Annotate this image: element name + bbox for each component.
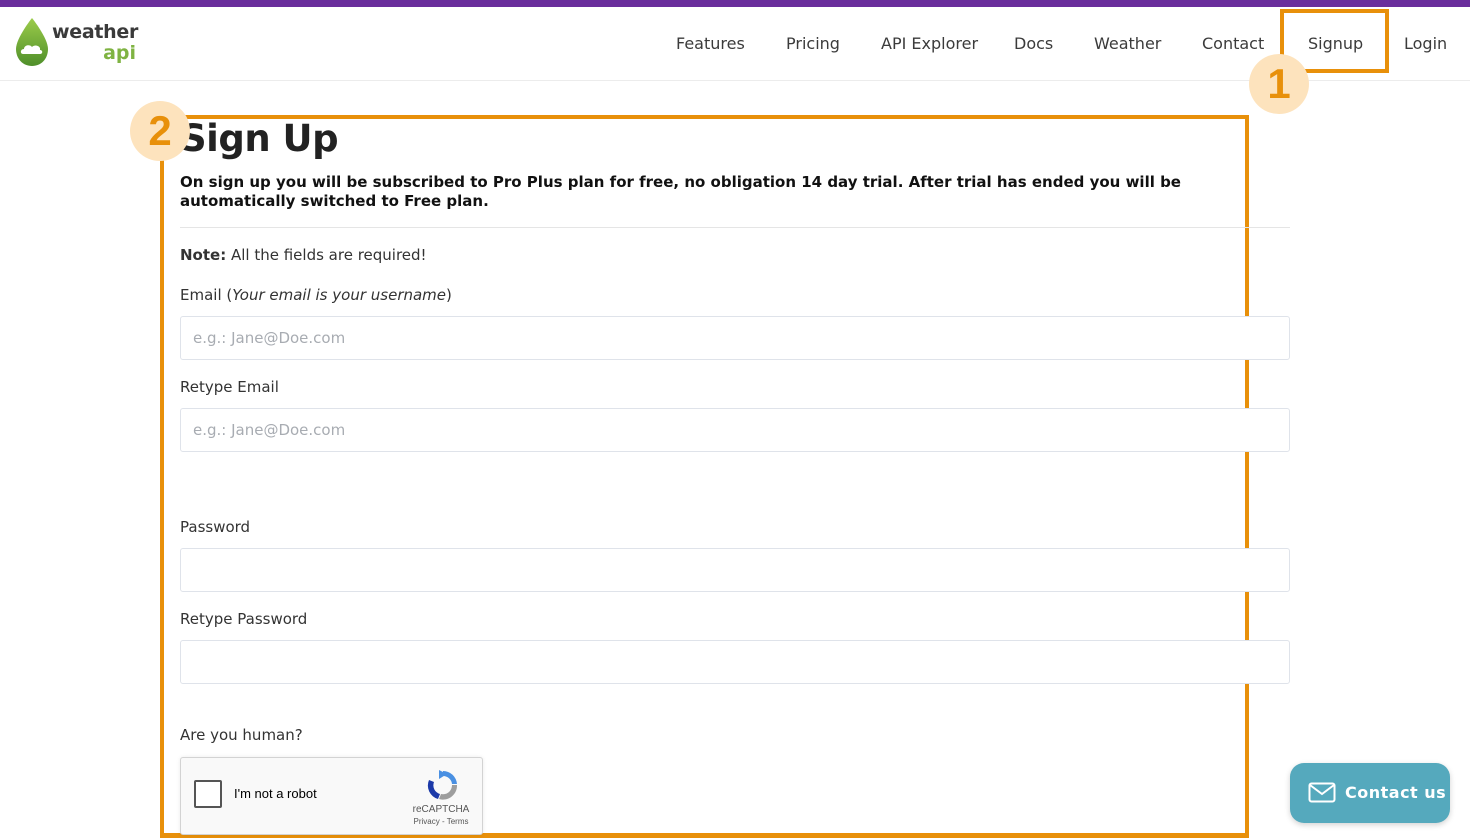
note-text: All the fields are required!: [226, 246, 427, 264]
nav-docs[interactable]: Docs: [1014, 34, 1053, 53]
recaptcha-checkbox[interactable]: [194, 780, 222, 808]
password-field[interactable]: [180, 548, 1290, 592]
password-label: Password: [180, 518, 251, 536]
signup-intro-text: On sign up you will be subscribed to Pro…: [180, 173, 1181, 210]
recaptcha-widget: I'm not a robot reCAPTCHA Privacy - Term…: [180, 757, 483, 835]
recaptcha-privacy-terms[interactable]: Privacy - Terms: [403, 817, 479, 826]
note-label: Note:: [180, 246, 227, 264]
site-header: weather api Features Pricing API Explore…: [0, 7, 1470, 81]
nav-weather[interactable]: Weather: [1094, 34, 1161, 53]
retype-password-label: Retype Password: [180, 610, 308, 628]
nav-login[interactable]: Login: [1404, 34, 1447, 53]
top-accent-stripe: [0, 0, 1470, 7]
annotation-box-signup-form: [160, 115, 1249, 838]
email-field[interactable]: [180, 316, 1290, 360]
nav-contact[interactable]: Contact: [1202, 34, 1264, 53]
divider: [180, 227, 1290, 228]
nav-api-explorer[interactable]: API Explorer: [881, 34, 978, 53]
recaptcha-icon: [427, 770, 458, 800]
email-hint: Your email is your username: [232, 286, 447, 304]
nav-pricing[interactable]: Pricing: [786, 34, 840, 53]
recaptcha-label: I'm not a robot: [234, 786, 317, 801]
page-title: Sign Up: [180, 117, 339, 160]
recaptcha-brand: reCAPTCHA: [412, 804, 470, 815]
human-check-label: Are you human?: [180, 726, 303, 744]
envelope-icon: [1308, 782, 1336, 803]
contact-us-label: Contact us: [1345, 783, 1447, 802]
retype-password-field[interactable]: [180, 640, 1290, 684]
annotation-badge-2: 2: [130, 101, 190, 161]
email-label: Email (Your email is your username): [180, 286, 452, 304]
required-note: Note: All the fields are required!: [180, 246, 427, 264]
annotation-badge-1: 1: [1249, 54, 1309, 114]
email-label-end: ): [446, 286, 452, 304]
main-nav: Features Pricing API Explorer Docs Weath…: [0, 34, 1470, 56]
contact-us-button[interactable]: Contact us: [1290, 763, 1450, 823]
email-label-text: Email (: [180, 286, 233, 304]
retype-email-label: Retype Email: [180, 378, 279, 396]
nav-features[interactable]: Features: [676, 34, 745, 53]
retype-email-field[interactable]: [180, 408, 1290, 452]
